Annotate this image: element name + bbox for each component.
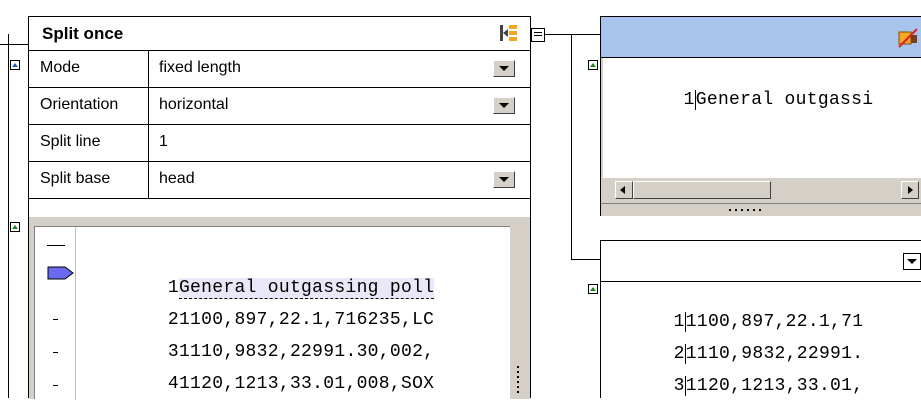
collapse-head-output-icon[interactable] — [588, 60, 598, 70]
output-line: 1General outgassi — [683, 90, 874, 110]
prop-value[interactable]: 1 — [159, 133, 168, 151]
gutter-tick — [53, 385, 58, 386]
head-output-header[interactable] — [601, 17, 921, 58]
prop-row-split-base[interactable]: Split base head — [29, 162, 530, 199]
prop-value[interactable]: head — [159, 170, 195, 188]
connector-input-vertical — [8, 34, 9, 398]
prop-label: Split line — [40, 133, 101, 150]
prop-value[interactable]: fixed length — [159, 59, 241, 77]
prop-label: Mode — [40, 59, 81, 76]
split-title-bar[interactable]: Split once — [29, 17, 530, 51]
collapse-text-view-icon[interactable] — [10, 222, 20, 232]
connector-branch-vertical — [571, 34, 572, 260]
scroll-right-button[interactable] — [901, 181, 919, 199]
collapse-tail-output-icon[interactable] — [588, 284, 598, 294]
tail-output-text[interactable]: 11100,897,22.1,71 21110,9832,22991. 3112… — [603, 282, 921, 399]
gutter-tick — [53, 352, 58, 353]
tail-output-header[interactable] — [601, 241, 921, 282]
gutter-tick — [53, 319, 58, 320]
tail-output-component[interactable]: 11100,897,22.1,71 21110,9832,22991. 3112… — [600, 240, 921, 399]
vertical-scrollbar[interactable] — [510, 226, 526, 399]
output-port-icon[interactable] — [531, 28, 545, 42]
prop-row-split-line[interactable]: Split line 1 — [29, 125, 530, 162]
tail-output-dropdown-button[interactable] — [903, 253, 921, 270]
split-gutter[interactable] — [35, 227, 76, 400]
prop-label: Split base — [40, 170, 111, 187]
prop-label: Orientation — [40, 96, 119, 113]
source-text-view[interactable]: 1General outgassing poll 21100,897,22.1,… — [29, 217, 530, 400]
resize-grip[interactable] — [601, 203, 921, 216]
prop-value[interactable]: horizontal — [159, 96, 228, 114]
scroll-thumb[interactable] — [633, 181, 771, 199]
collapse-properties-icon[interactable] — [10, 60, 20, 70]
gutter-top-line — [47, 245, 65, 246]
source-line: 41120,1213,33.01,008,SOX — [167, 374, 435, 394]
orientation-dropdown-button[interactable] — [493, 97, 515, 114]
source-text-content[interactable]: 1General outgassing poll 21100,897,22.1,… — [34, 226, 510, 400]
tool-icon[interactable] — [897, 27, 919, 54]
scroll-left-button[interactable] — [615, 181, 633, 199]
split-menu-icon[interactable] — [499, 23, 519, 48]
connector-bottom-line — [571, 259, 600, 260]
head-output-component[interactable]: 1General outgassi — [600, 16, 921, 216]
prop-row-mode[interactable]: Mode fixed length — [29, 51, 530, 88]
connector-input-line — [0, 44, 28, 45]
split-once-component[interactable]: Split once Mode fixed length Orientation… — [28, 16, 531, 400]
output-line: 31120,1213,33.01, — [673, 376, 864, 396]
horizontal-scrollbar[interactable] — [603, 180, 921, 200]
head-output-text[interactable]: 1General outgassi — [603, 58, 921, 178]
mode-dropdown-button[interactable] — [493, 60, 515, 77]
split-line-marker-icon[interactable] — [47, 265, 75, 286]
resize-grip[interactable] — [517, 366, 519, 394]
prop-row-orientation[interactable]: Orientation horizontal — [29, 88, 530, 125]
split-title: Split once — [42, 24, 124, 43]
split-base-dropdown-button[interactable] — [493, 171, 515, 188]
